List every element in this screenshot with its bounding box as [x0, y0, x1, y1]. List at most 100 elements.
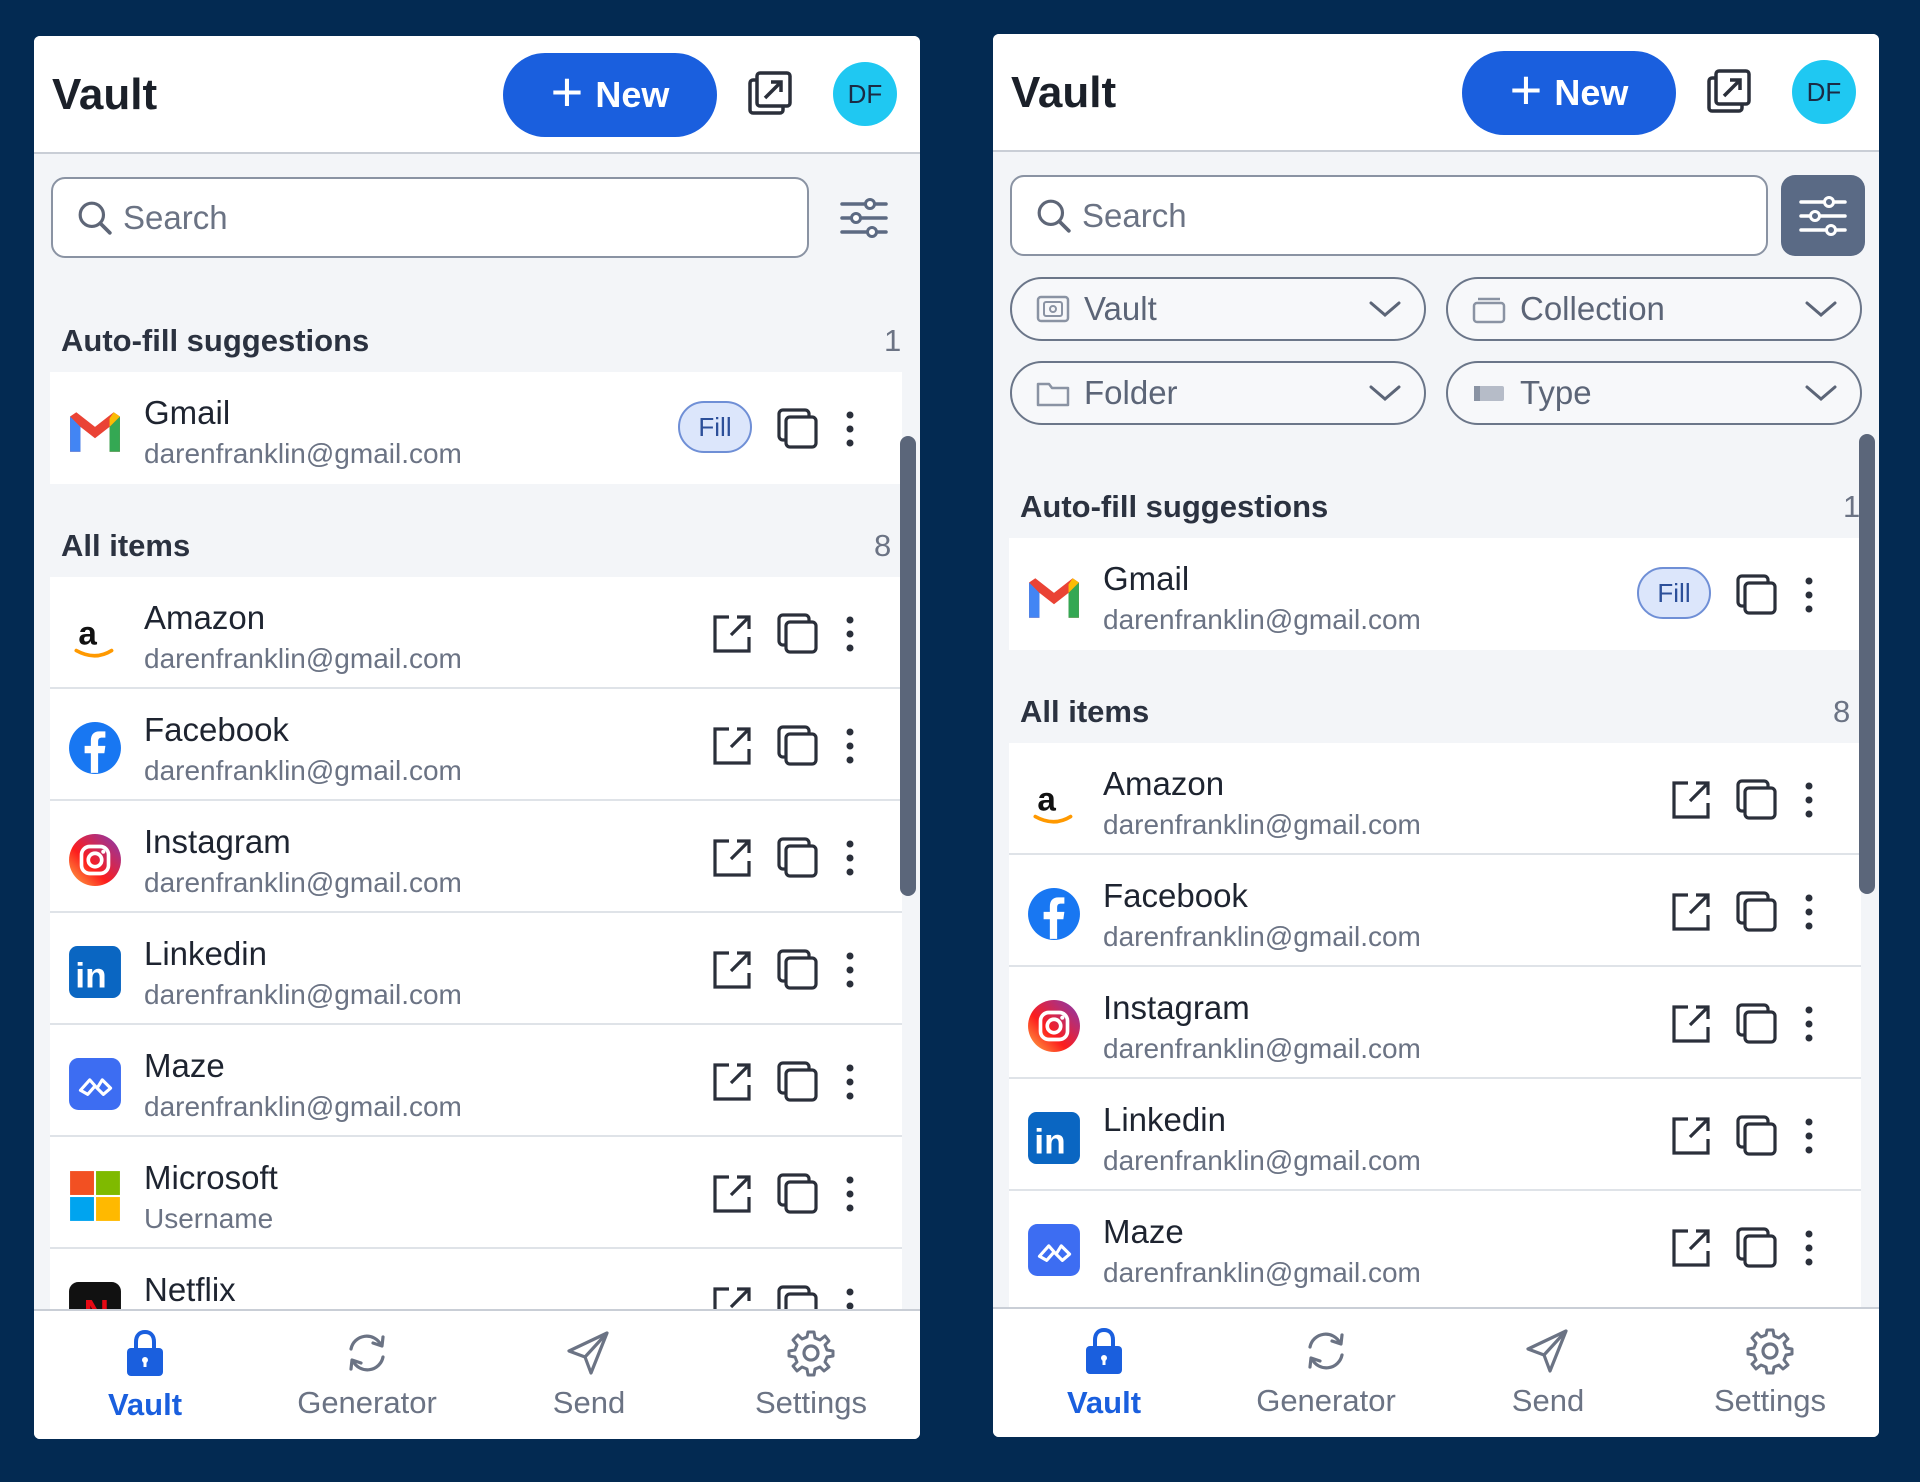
- launch-icon[interactable]: [1668, 1001, 1714, 1047]
- copy-icon[interactable]: [1734, 572, 1780, 618]
- list-item[interactable]: Maze darenfranklin@gmail.com: [1009, 1191, 1861, 1303]
- tab-vault[interactable]: Vault: [993, 1309, 1215, 1437]
- item-name: Linkedin: [144, 935, 267, 972]
- copy-icon[interactable]: [775, 1059, 821, 1105]
- more-options-icon[interactable]: [835, 406, 865, 452]
- launch-icon[interactable]: [1668, 1113, 1714, 1159]
- list-item[interactable]: Gmail darenfranklin@gmail.com Fill: [50, 372, 902, 484]
- more-options-icon[interactable]: [835, 1283, 865, 1309]
- launch-icon[interactable]: [709, 723, 755, 769]
- copy-icon[interactable]: [775, 723, 821, 769]
- filter-toggle-button[interactable]: [1781, 175, 1865, 256]
- more-options-icon[interactable]: [835, 1171, 865, 1217]
- item-username: darenfranklin@gmail.com: [1103, 1033, 1421, 1064]
- more-options-icon[interactable]: [1794, 1001, 1824, 1047]
- item-name: Microsoft: [144, 1159, 278, 1196]
- fill-button[interactable]: Fill: [678, 401, 752, 453]
- chevron-down-icon: [1369, 385, 1401, 401]
- new-item-button[interactable]: + New: [1462, 51, 1676, 135]
- tab-generator[interactable]: Generator: [256, 1311, 478, 1439]
- copy-icon[interactable]: [775, 1283, 821, 1309]
- copy-icon[interactable]: [775, 1171, 821, 1217]
- launch-icon[interactable]: [709, 835, 755, 881]
- list-item[interactable]: Instagram darenfranklin@gmail.com: [1009, 967, 1861, 1079]
- copy-icon[interactable]: [775, 835, 821, 881]
- list-item[interactable]: Microsoft Username: [50, 1137, 902, 1249]
- list-item[interactable]: Netflix: [50, 1249, 902, 1309]
- tab-settings[interactable]: Settings: [1659, 1309, 1879, 1437]
- copy-icon[interactable]: [1734, 1225, 1780, 1271]
- launch-icon[interactable]: [709, 611, 755, 657]
- launch-icon[interactable]: [709, 947, 755, 993]
- more-options-icon[interactable]: [1794, 1225, 1824, 1271]
- tab-generator[interactable]: Generator: [1215, 1309, 1437, 1437]
- list-item[interactable]: Facebook darenfranklin@gmail.com: [1009, 855, 1861, 967]
- more-options-icon[interactable]: [1794, 777, 1824, 823]
- launch-icon[interactable]: [709, 1059, 755, 1105]
- copy-icon[interactable]: [775, 406, 821, 452]
- item-name: Maze: [1103, 1213, 1184, 1250]
- type-filter-dropdown[interactable]: Type: [1446, 361, 1862, 425]
- new-button-label: New: [595, 74, 670, 115]
- launch-icon[interactable]: [1668, 1225, 1714, 1271]
- instagram-logo: [68, 833, 122, 887]
- search-input[interactable]: Search: [51, 177, 809, 258]
- vault-icon: [1036, 295, 1070, 323]
- vault-filter-dropdown[interactable]: Vault: [1010, 277, 1426, 341]
- more-options-icon[interactable]: [835, 1059, 865, 1105]
- tab-vault[interactable]: Vault: [34, 1311, 256, 1439]
- launch-icon[interactable]: [1668, 889, 1714, 935]
- more-options-icon[interactable]: [1794, 889, 1824, 935]
- scrollbar[interactable]: [900, 436, 916, 896]
- launch-icon[interactable]: [709, 1283, 755, 1309]
- new-item-button[interactable]: + New: [503, 53, 717, 137]
- tab-send[interactable]: Send: [478, 1311, 700, 1439]
- item-name: Maze: [144, 1047, 225, 1084]
- refresh-icon: [1308, 1332, 1344, 1370]
- copy-icon[interactable]: [1734, 1113, 1780, 1159]
- popout-window-icon[interactable]: [745, 70, 795, 120]
- copy-icon[interactable]: [1734, 1001, 1780, 1047]
- copy-icon[interactable]: [1734, 889, 1780, 935]
- tab-send[interactable]: Send: [1437, 1309, 1659, 1437]
- more-options-icon[interactable]: [835, 611, 865, 657]
- tab-settings[interactable]: Settings: [700, 1311, 920, 1439]
- item-name: Netflix: [144, 1271, 236, 1308]
- launch-icon[interactable]: [709, 1171, 755, 1217]
- list-item[interactable]: Linkedin darenfranklin@gmail.com: [1009, 1079, 1861, 1191]
- copy-icon[interactable]: [775, 611, 821, 657]
- tab-label: Send: [552, 1385, 626, 1420]
- tab-label: Settings: [1713, 1383, 1826, 1418]
- search-input[interactable]: Search: [1010, 175, 1768, 256]
- list-item[interactable]: Amazon darenfranklin@gmail.com: [50, 577, 902, 689]
- scrollbar[interactable]: [1859, 434, 1875, 894]
- launch-icon[interactable]: [1668, 777, 1714, 823]
- more-options-icon[interactable]: [835, 723, 865, 769]
- filter-toggle-button[interactable]: [822, 177, 906, 258]
- more-options-icon[interactable]: [835, 835, 865, 881]
- collection-filter-dropdown[interactable]: Collection: [1446, 277, 1862, 341]
- folder-filter-dropdown[interactable]: Folder: [1010, 361, 1426, 425]
- avatar[interactable]: DF: [833, 62, 897, 126]
- copy-icon[interactable]: [775, 947, 821, 993]
- item-name: Amazon: [144, 599, 266, 636]
- lock-icon: [125, 1330, 165, 1378]
- list-item[interactable]: Instagram darenfranklin@gmail.com: [50, 801, 902, 913]
- list-item[interactable]: Gmail darenfranklin@gmail.com Fill: [1009, 538, 1861, 650]
- item-username: darenfranklin@gmail.com: [144, 1091, 462, 1122]
- more-options-icon[interactable]: [1794, 572, 1824, 618]
- list-item[interactable]: Linkedin darenfranklin@gmail.com: [50, 913, 902, 1025]
- maze-logo: [68, 1057, 122, 1111]
- list-item[interactable]: Amazon darenfranklin@gmail.com: [1009, 743, 1861, 855]
- copy-icon[interactable]: [1734, 777, 1780, 823]
- item-username: darenfranklin@gmail.com: [144, 979, 462, 1010]
- list-item[interactable]: Facebook darenfranklin@gmail.com: [50, 689, 902, 801]
- fill-button[interactable]: Fill: [1637, 567, 1711, 619]
- maze-logo: [1027, 1223, 1081, 1277]
- more-options-icon[interactable]: [835, 947, 865, 993]
- list-item[interactable]: Maze darenfranklin@gmail.com: [50, 1025, 902, 1137]
- avatar[interactable]: DF: [1792, 60, 1856, 124]
- more-options-icon[interactable]: [1794, 1113, 1824, 1159]
- new-button-label: New: [1554, 72, 1629, 113]
- popout-window-icon[interactable]: [1704, 68, 1754, 118]
